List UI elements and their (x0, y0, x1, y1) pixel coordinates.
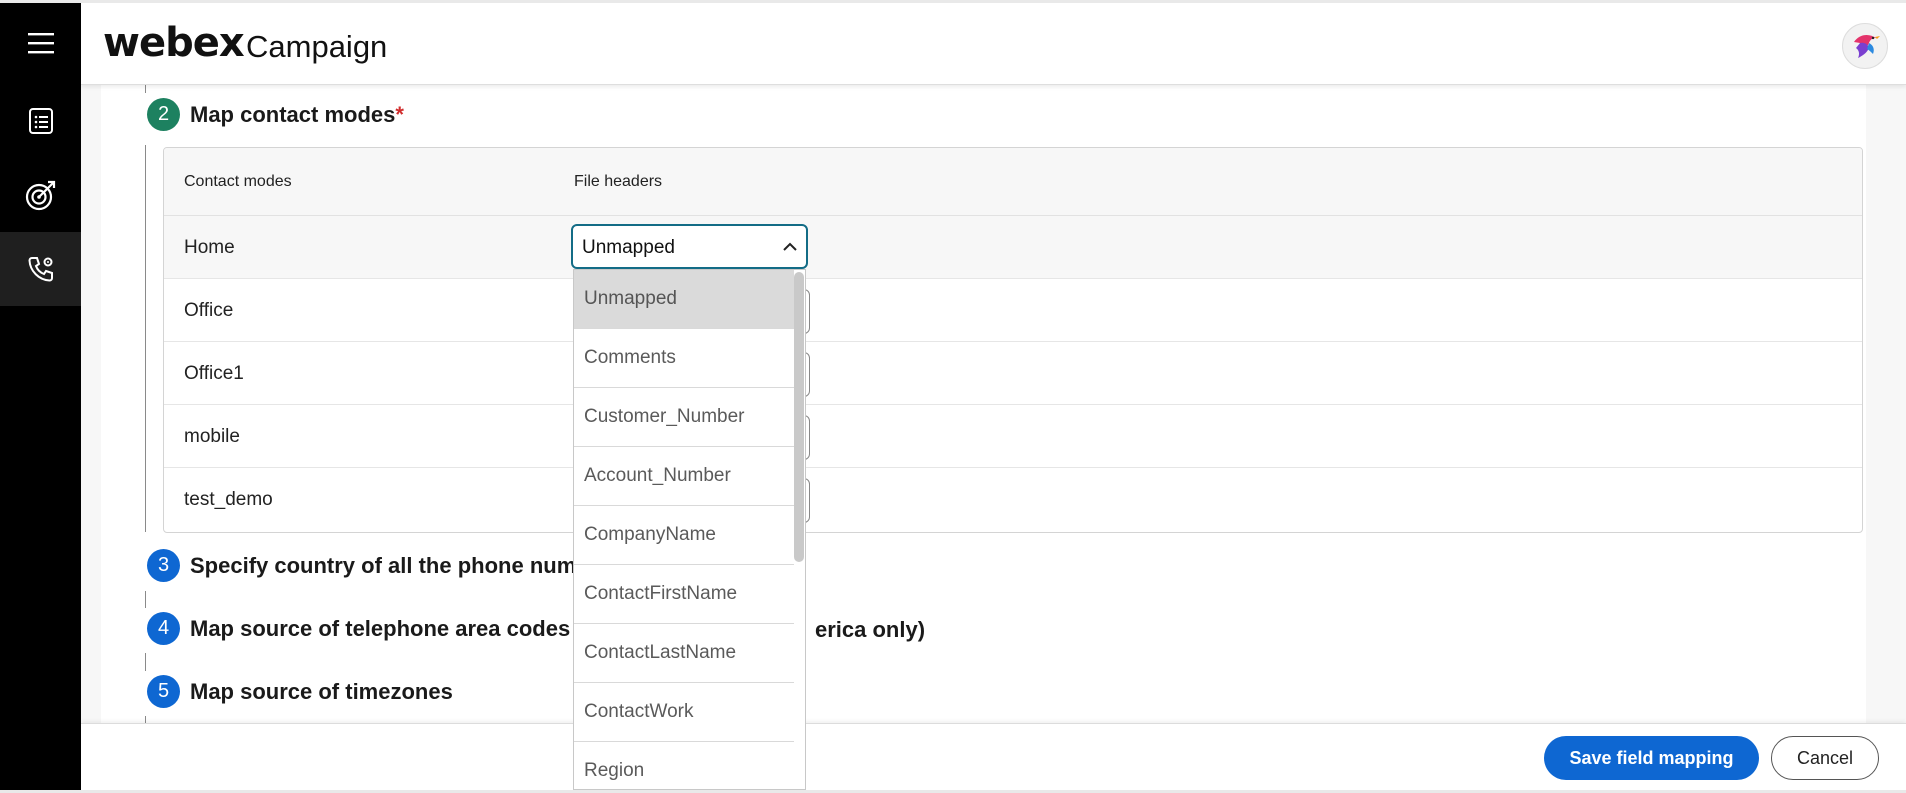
step-number: 3 (147, 549, 180, 582)
option-label: Account_Number (584, 465, 731, 486)
table-row: Home (164, 216, 1862, 279)
app-name: Campaign (246, 29, 388, 64)
option-label: ContactWork (584, 701, 694, 722)
phone-settings-icon (27, 257, 53, 282)
contact-mode-label: Office1 (184, 363, 244, 384)
dropdown-option[interactable]: Region (574, 742, 794, 789)
step-connector (145, 653, 146, 671)
option-label: CompanyName (584, 524, 716, 545)
step-title-end: erica only) (815, 617, 926, 642)
dropdown-option[interactable]: ContactWork (574, 683, 794, 742)
step-number: 2 (147, 98, 180, 131)
menu-button[interactable] (0, 6, 81, 80)
contact-mode-label: mobile (184, 426, 240, 447)
step-connector (145, 85, 146, 93)
chevron-up-icon (783, 242, 797, 251)
select-value: Unmapped (582, 237, 675, 258)
column-header-file-headers: File headers (574, 173, 663, 190)
column-header-contact-modes: Contact modes (184, 173, 292, 190)
step-number: 5 (147, 675, 180, 708)
nav-item-lists[interactable] (0, 84, 81, 158)
table-row: test_demo (164, 468, 1862, 531)
dropdown-option[interactable]: ContactFirstName (574, 565, 794, 624)
step-map-timezones[interactable]: 5 Map source of timezones (147, 675, 453, 708)
left-nav-rail (0, 0, 81, 790)
table-row: Office1 (164, 342, 1862, 405)
file-header-select-home[interactable]: Unmapped (571, 224, 808, 269)
step-map-contact-modes: 2 Map contact modes* (147, 98, 404, 131)
avatar[interactable] (1842, 23, 1888, 69)
table-row: mobile (164, 405, 1862, 468)
dropdown-option[interactable]: ContactLastName (574, 624, 794, 683)
table-header: Contact modes File headers (164, 148, 1862, 216)
app-header: webex Campaign (81, 0, 1906, 85)
list-icon (28, 108, 53, 134)
required-marker: * (395, 101, 404, 127)
dropdown-option[interactable]: Customer_Number (574, 388, 794, 447)
option-label: ContactLastName (584, 642, 737, 663)
step-specify-country[interactable]: 3 Specify country of all the phone numbe (147, 549, 602, 582)
step-connector (145, 145, 146, 532)
cancel-button[interactable]: Cancel (1771, 736, 1879, 780)
step-title: Specify country of all the phone numbe (190, 552, 602, 578)
table-row: Office (164, 279, 1862, 342)
step-number: 4 (147, 612, 180, 645)
step-title: Map source of timezones (190, 678, 453, 704)
step-title-text: Map contact modes (190, 101, 396, 127)
step-title: Map contact modes* (190, 102, 404, 128)
contact-mode-label: test_demo (184, 489, 273, 510)
dropdown-option[interactable]: CompanyName (574, 506, 794, 565)
file-header-dropdown-list[interactable]: Unmapped Comments Customer_Number Accoun… (573, 269, 806, 790)
footer-bar: Save field mapping Cancel (81, 723, 1906, 793)
option-label: ContactFirstName (584, 583, 738, 604)
main-content: 2 Map contact modes* Contact modes File … (81, 85, 1906, 735)
nav-item-campaigns[interactable] (0, 158, 81, 232)
contact-mode-label: Home (184, 237, 235, 258)
dropdown-option[interactable]: Account_Number (574, 447, 794, 506)
app-root: webex Campaign 2 Map contact modes* Cont… (0, 0, 1906, 793)
option-label: Region (584, 760, 645, 781)
dropdown-scrollbar[interactable] (794, 272, 804, 562)
step-map-area-codes[interactable]: 4 Map source of telephone area codes (a (147, 612, 596, 645)
top-border (0, 0, 1906, 3)
dropdown-option[interactable]: Comments (574, 329, 794, 388)
nav-item-dialer[interactable] (0, 232, 81, 306)
bird-logo-icon (1854, 34, 1880, 58)
field-mapping-panel: 2 Map contact modes* Contact modes File … (101, 85, 1866, 735)
step-title: Map source of telephone area codes (a (190, 615, 596, 641)
option-label: Comments (584, 347, 676, 368)
save-field-mapping-button[interactable]: Save field mapping (1544, 736, 1759, 780)
dropdown-option[interactable]: Unmapped (574, 270, 794, 329)
contact-mode-label: Office (184, 300, 234, 321)
brand-logo: webex (103, 20, 245, 66)
option-label: Unmapped (584, 288, 677, 309)
contact-modes-table: Contact modes File headers Home Office O… (163, 147, 1863, 533)
step-connector (145, 591, 146, 608)
target-icon (25, 180, 55, 211)
option-label: Customer_Number (584, 406, 745, 427)
menu-icon (27, 33, 54, 54)
